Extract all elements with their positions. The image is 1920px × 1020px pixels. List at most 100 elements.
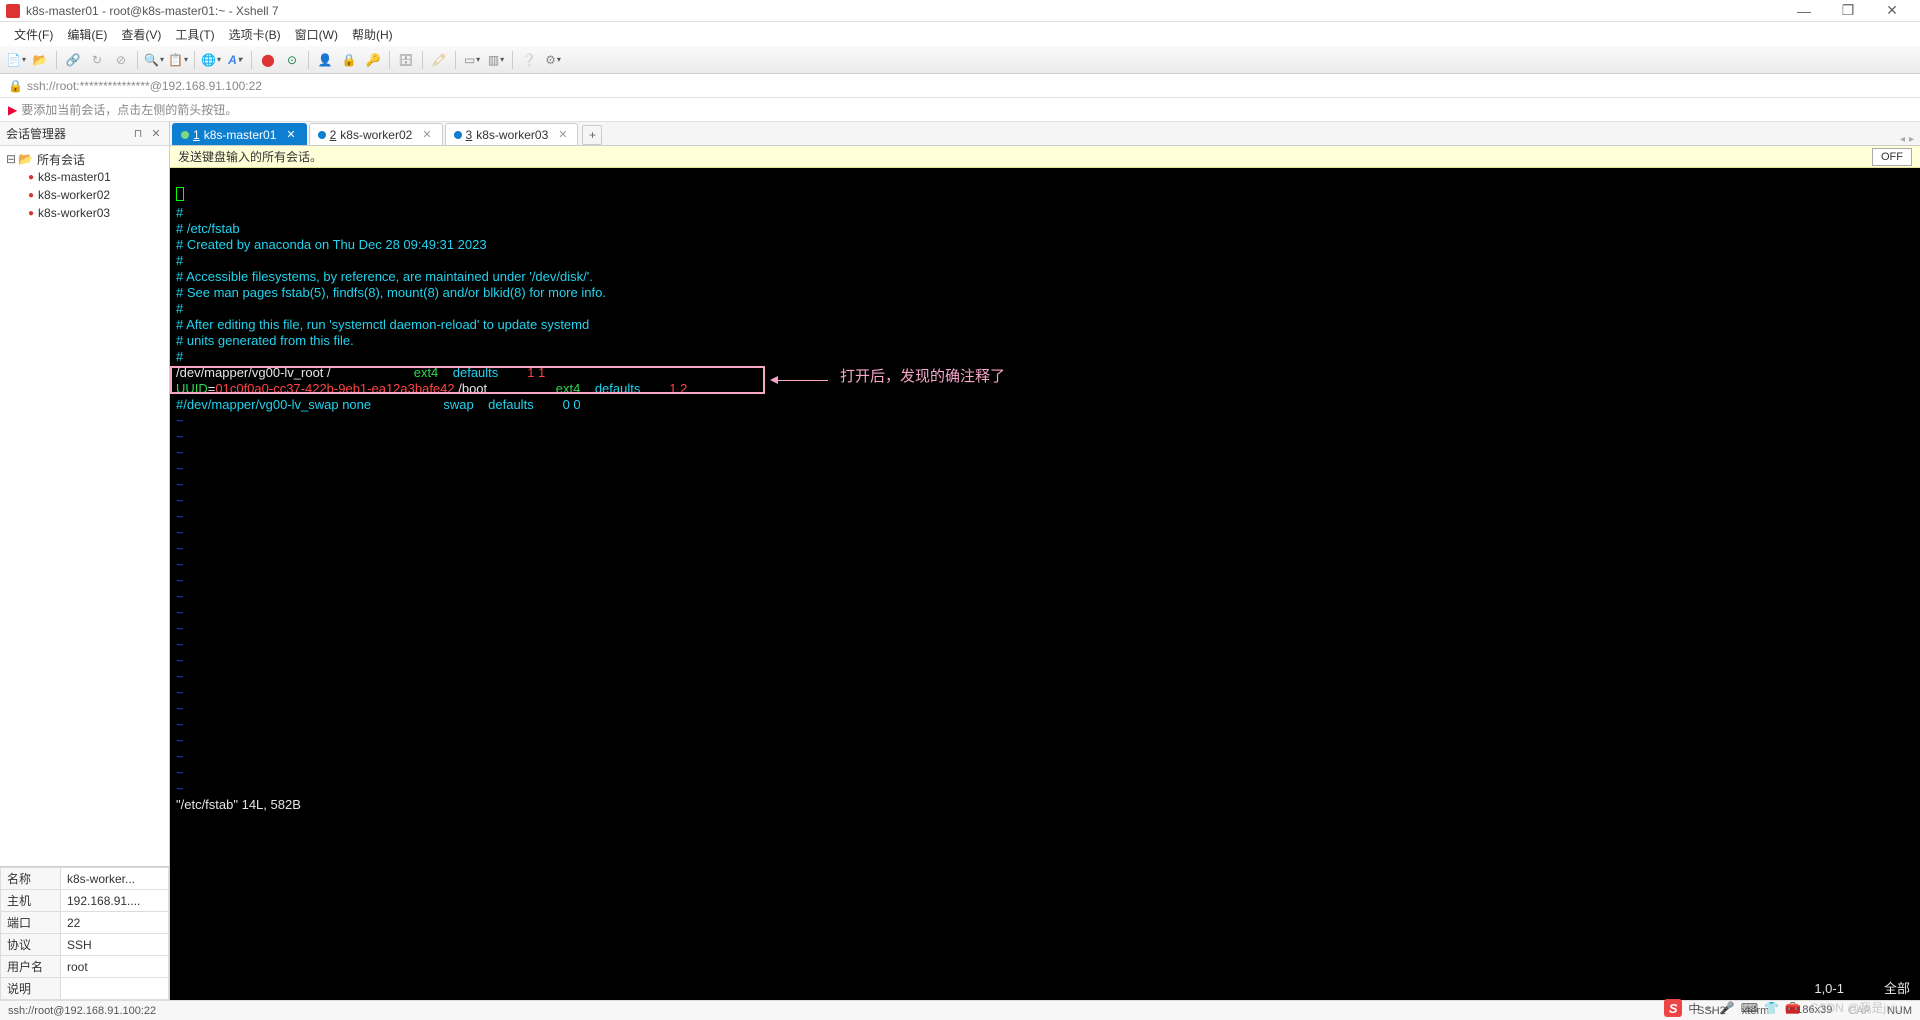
reconnect-icon[interactable]: ↻ xyxy=(87,50,107,70)
link-icon[interactable]: 🔗 xyxy=(63,50,83,70)
menu-tools[interactable]: 工具(T) xyxy=(169,24,220,45)
session-label: k8s-master01 xyxy=(38,170,111,184)
terminal-tilde: ~ xyxy=(176,653,184,668)
layout1-icon[interactable]: ▭▾ xyxy=(462,50,482,70)
separator xyxy=(251,51,252,69)
annotation-arrow-icon xyxy=(778,380,828,381)
tab-label: k8s-worker03 xyxy=(476,128,548,142)
ime-skin-icon[interactable]: 👕 xyxy=(1764,1001,1779,1015)
session-item-worker02[interactable]: ● k8s-worker02 xyxy=(0,186,169,204)
sidebar-header: 会话管理器 ⊓ ✕ xyxy=(0,122,169,146)
tab-worker03[interactable]: 3 k8s-worker03 ✕ xyxy=(445,123,579,145)
stop-icon[interactable]: ⊙ xyxy=(282,50,302,70)
status-bar: ssh://root@192.168.91.100:22 🔒 SSH2 xter… xyxy=(0,1000,1920,1020)
session-item-master01[interactable]: ● k8s-master01 xyxy=(0,168,169,186)
terminal-tilde: ~ xyxy=(176,669,184,684)
sogou-icon[interactable]: S xyxy=(1664,999,1682,1017)
tab-next-icon[interactable]: ▸ xyxy=(1909,134,1914,145)
layout2-icon[interactable]: ▥▾ xyxy=(486,50,506,70)
terminal-tilde: ~ xyxy=(176,413,184,428)
ime-toolbox-icon[interactable]: 🧰 xyxy=(1785,1001,1800,1015)
help-icon[interactable]: ❔ xyxy=(519,50,539,70)
copy-icon[interactable]: 📋▾ xyxy=(168,50,188,70)
key-icon[interactable]: 🔑 xyxy=(363,50,383,70)
tab-worker02[interactable]: 2 k8s-worker02 ✕ xyxy=(309,123,443,145)
ime-voice-icon[interactable]: 🎤 xyxy=(1720,1001,1735,1015)
separator xyxy=(308,51,309,69)
new-session-icon[interactable]: 📄▾ xyxy=(6,50,26,70)
menu-file[interactable]: 文件(F) xyxy=(8,24,59,45)
close-button[interactable]: ✕ xyxy=(1870,0,1914,22)
prop-user-label: 用户名 xyxy=(1,956,61,978)
menu-window[interactable]: 窗口(W) xyxy=(289,24,344,45)
prop-desc-val xyxy=(61,978,169,1000)
menu-tabs[interactable]: 选项卡(B) xyxy=(223,24,287,45)
ime-lang-icon[interactable]: 中 xyxy=(1688,1000,1700,1017)
close-panel-icon[interactable]: ✕ xyxy=(149,127,163,141)
tab-nav: ◂ ▸ xyxy=(1900,134,1914,145)
menu-edit[interactable]: 编辑(E) xyxy=(61,24,113,45)
session-properties: 名称k8s-worker... 主机192.168.91.... 端口22 协议… xyxy=(0,866,169,1000)
status-dot-icon xyxy=(454,131,462,139)
terminal-tilde: ~ xyxy=(176,477,184,492)
separator xyxy=(56,51,57,69)
tree-root[interactable]: ⊟ 📂 所有会话 xyxy=(0,150,169,168)
prop-proto-val: SSH xyxy=(61,934,169,956)
window-title: k8s-master01 - root@k8s-master01:~ - Xsh… xyxy=(26,4,1782,18)
session-item-worker03[interactable]: ● k8s-worker03 xyxy=(0,204,169,222)
cursor-icon xyxy=(176,187,184,201)
menu-help[interactable]: 帮助(H) xyxy=(346,24,399,45)
ime-punct-icon[interactable]: •, xyxy=(1706,1001,1714,1015)
terminal-tilde: ~ xyxy=(176,605,184,620)
lock-icon[interactable]: 🔒 xyxy=(339,50,359,70)
terminal-tilde: ~ xyxy=(176,685,184,700)
separator xyxy=(455,51,456,69)
server-icon[interactable]: 🗄 xyxy=(396,50,416,70)
broadcast-off-button[interactable]: OFF xyxy=(1872,148,1912,166)
tab-close-icon[interactable]: ✕ xyxy=(558,128,567,141)
flag-icon: ▶ xyxy=(8,103,17,117)
terminal-tilde: ~ xyxy=(176,493,184,508)
disconnect-icon[interactable]: ⊘ xyxy=(111,50,131,70)
tab-master01[interactable]: 1 k8s-master01 ✕ xyxy=(172,123,307,145)
fstab-swap-commented: #/dev/mapper/vg00-lv_swap none swap defa… xyxy=(176,397,581,412)
tab-prev-icon[interactable]: ◂ xyxy=(1900,134,1905,145)
tab-close-icon[interactable]: ✕ xyxy=(422,128,431,141)
terminal-line: # xyxy=(176,301,183,316)
collapse-icon[interactable]: ⊟ xyxy=(6,152,18,166)
address-bar[interactable]: 🔒 ssh://root:***************@192.168.91.… xyxy=(0,74,1920,98)
record-icon[interactable]: ⬤ xyxy=(258,50,278,70)
user-icon[interactable]: 👤 xyxy=(315,50,335,70)
annotation-arrow-icon xyxy=(770,376,778,384)
tab-number: 1 xyxy=(193,128,200,142)
separator xyxy=(137,51,138,69)
tab-close-icon[interactable]: ✕ xyxy=(286,128,295,141)
session-icon: ● xyxy=(28,208,34,219)
session-tree: ⊟ 📂 所有会话 ● k8s-master01 ● k8s-worker02 ●… xyxy=(0,146,169,866)
highlight-icon[interactable]: 🖍 xyxy=(429,50,449,70)
terminal[interactable]: # # /etc/fstab # Created by anaconda on … xyxy=(170,168,1920,1000)
gear-icon[interactable]: ⚙▾ xyxy=(543,50,563,70)
tab-number: 3 xyxy=(466,128,473,142)
session-icon: ● xyxy=(28,172,34,183)
lock-icon: 🔒 xyxy=(8,79,23,93)
add-tab-button[interactable]: + xyxy=(582,125,602,145)
minimize-button[interactable]: — xyxy=(1782,0,1826,22)
info-text: 要添加当前会话，点击左侧的箭头按钮。 xyxy=(21,101,237,118)
maximize-button[interactable]: ❐ xyxy=(1826,0,1870,22)
status-caps: CAP xyxy=(1848,1005,1871,1017)
open-icon[interactable]: 📂 xyxy=(30,50,50,70)
font-icon[interactable]: A▾ xyxy=(225,50,245,70)
terminal-line: # Created by anaconda on Thu Dec 28 09:4… xyxy=(176,237,487,252)
prop-user-val: root xyxy=(61,956,169,978)
terminal-tilde: ~ xyxy=(176,701,184,716)
globe-icon[interactable]: 🌐▾ xyxy=(201,50,221,70)
session-label: k8s-worker03 xyxy=(38,206,110,220)
menu-view[interactable]: 查看(V) xyxy=(115,24,167,45)
tab-bar: 1 k8s-master01 ✕ 2 k8s-worker02 ✕ 3 k8s-… xyxy=(170,122,1920,146)
ime-keyboard-icon[interactable]: ⌨ xyxy=(1741,1001,1758,1015)
terminal-line: # See man pages fstab(5), findfs(8), mou… xyxy=(176,285,606,300)
terminal-tilde: ~ xyxy=(176,525,184,540)
search-icon[interactable]: 🔍▾ xyxy=(144,50,164,70)
pin-icon[interactable]: ⊓ xyxy=(131,127,145,141)
